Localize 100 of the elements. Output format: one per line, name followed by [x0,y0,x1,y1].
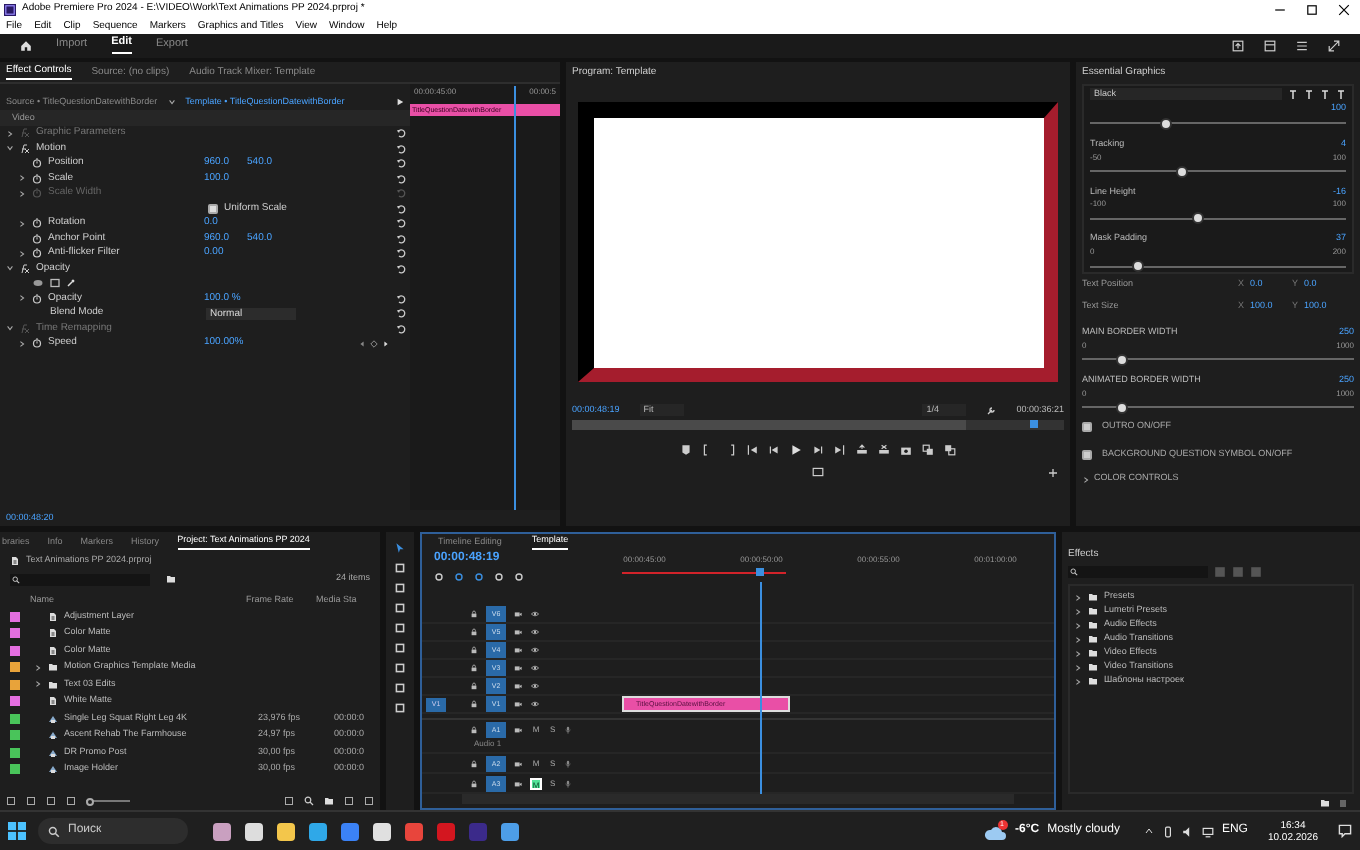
camera-icon[interactable] [514,628,522,637]
cloud-icon [983,821,1006,841]
network-icon[interactable] [1201,825,1214,837]
minimize-icon[interactable] [1274,3,1286,15]
dropdown-icon[interactable] [167,98,176,106]
camera-icon[interactable] [514,682,522,691]
sequence-icon [48,764,58,775]
go-to-out-icon[interactable] [834,444,846,456]
file-icon [48,645,58,656]
speaker-icon[interactable] [1181,825,1194,837]
list-icon[interactable] [1296,40,1308,52]
lock-icon[interactable] [470,779,478,788]
camera-icon[interactable] [514,664,522,673]
lock-icon[interactable] [470,646,478,655]
new-bin-icon[interactable] [324,796,334,806]
eye-icon[interactable] [530,610,540,619]
chevron-icon[interactable] [18,219,26,228]
eye-icon[interactable] [530,664,540,673]
new-bin-icon[interactable] [166,574,176,584]
snap-icon[interactable] [454,571,464,582]
lock-icon[interactable] [470,700,478,709]
sequence-icon [48,730,58,741]
slider-thumb[interactable] [1160,117,1173,130]
slider-thumb[interactable] [1116,353,1129,366]
chevron-icon[interactable] [18,339,26,348]
chevron-icon[interactable] [18,294,26,303]
play-icon[interactable] [396,98,404,106]
scroll-bar[interactable] [462,794,1014,804]
play-icon[interactable] [790,444,802,456]
mic-icon[interactable] [563,779,572,788]
eye-icon[interactable] [530,700,540,709]
go-to-in-icon[interactable] [746,444,758,456]
file-icon [48,628,58,639]
eye-icon[interactable] [530,682,540,691]
playhead-handle[interactable] [755,567,764,576]
sequence-icon [48,747,58,758]
checkbox[interactable] [1082,450,1092,460]
search-icon[interactable] [304,796,314,806]
search-icon [1070,568,1078,576]
overlay-icon[interactable] [922,444,934,456]
slider-thumb[interactable] [1116,401,1129,413]
search-field[interactable] [1068,566,1208,578]
sequence-icon [48,713,58,724]
slider-thumb[interactable] [86,797,95,805]
bold-icon[interactable] [1288,89,1298,99]
camera-icon[interactable] [514,610,522,619]
windows-icon[interactable] [8,822,26,840]
expand-icon[interactable] [1328,40,1340,52]
maximize-icon[interactable] [1306,3,1318,15]
notifications-icon[interactable] [1338,824,1352,838]
ellipse-mask-icon[interactable] [32,278,44,289]
mic-icon[interactable] [563,725,572,734]
share-icon[interactable] [1232,40,1244,52]
compare-icon[interactable] [944,444,956,456]
zoom-slider[interactable] [86,797,130,805]
add-button-icon[interactable] [1048,467,1058,477]
search-icon [48,825,60,837]
lock-icon[interactable] [470,725,478,734]
camera-icon[interactable] [514,700,522,709]
slider-thumb[interactable] [1176,165,1189,177]
search-icon [12,575,20,583]
checkbox[interactable] [1082,422,1092,432]
project-file-icon [10,556,20,566]
chevron-icon[interactable] [18,249,26,258]
playhead-handle[interactable] [1029,420,1038,428]
lock-icon[interactable] [470,664,478,673]
wrench-icon[interactable] [986,405,997,415]
camera-icon[interactable] [900,444,912,456]
slider-thumb[interactable] [1191,212,1204,225]
extract-icon[interactable] [878,444,890,456]
linked-selection-icon[interactable] [474,571,484,582]
close-icon[interactable] [1338,3,1350,15]
selection-tool-icon[interactable] [394,542,406,554]
chevron-up-icon[interactable] [1143,826,1154,836]
camera-icon[interactable] [514,646,522,655]
lock-icon[interactable] [470,759,478,768]
app-icon [4,3,16,15]
mic-icon[interactable] [563,759,572,768]
pen-icon[interactable] [66,278,76,289]
safe-margins-icon[interactable] [812,466,824,478]
eye-icon[interactable] [530,628,540,637]
search-field[interactable] [10,573,150,585]
lock-icon[interactable] [470,682,478,691]
chevron-icon[interactable] [1082,475,1090,483]
lock-icon[interactable] [470,628,478,637]
rectangle-tool-icon[interactable] [394,662,406,674]
chevron-icon[interactable] [18,174,26,183]
step-back-icon[interactable] [768,444,780,456]
rectangle-mask-icon[interactable] [50,278,60,289]
step-forward-icon[interactable] [812,444,824,456]
eye-icon[interactable] [530,646,540,655]
lock-icon[interactable] [470,610,478,619]
file-icon [48,611,58,622]
home-icon[interactable] [20,40,32,52]
lift-icon[interactable] [856,444,868,456]
add-keyframe-icon[interactable] [370,339,378,348]
slider-thumb[interactable] [1132,260,1145,272]
file-icon [48,696,58,707]
checkbox[interactable] [208,203,218,214]
panel-icon[interactable] [1264,40,1276,52]
